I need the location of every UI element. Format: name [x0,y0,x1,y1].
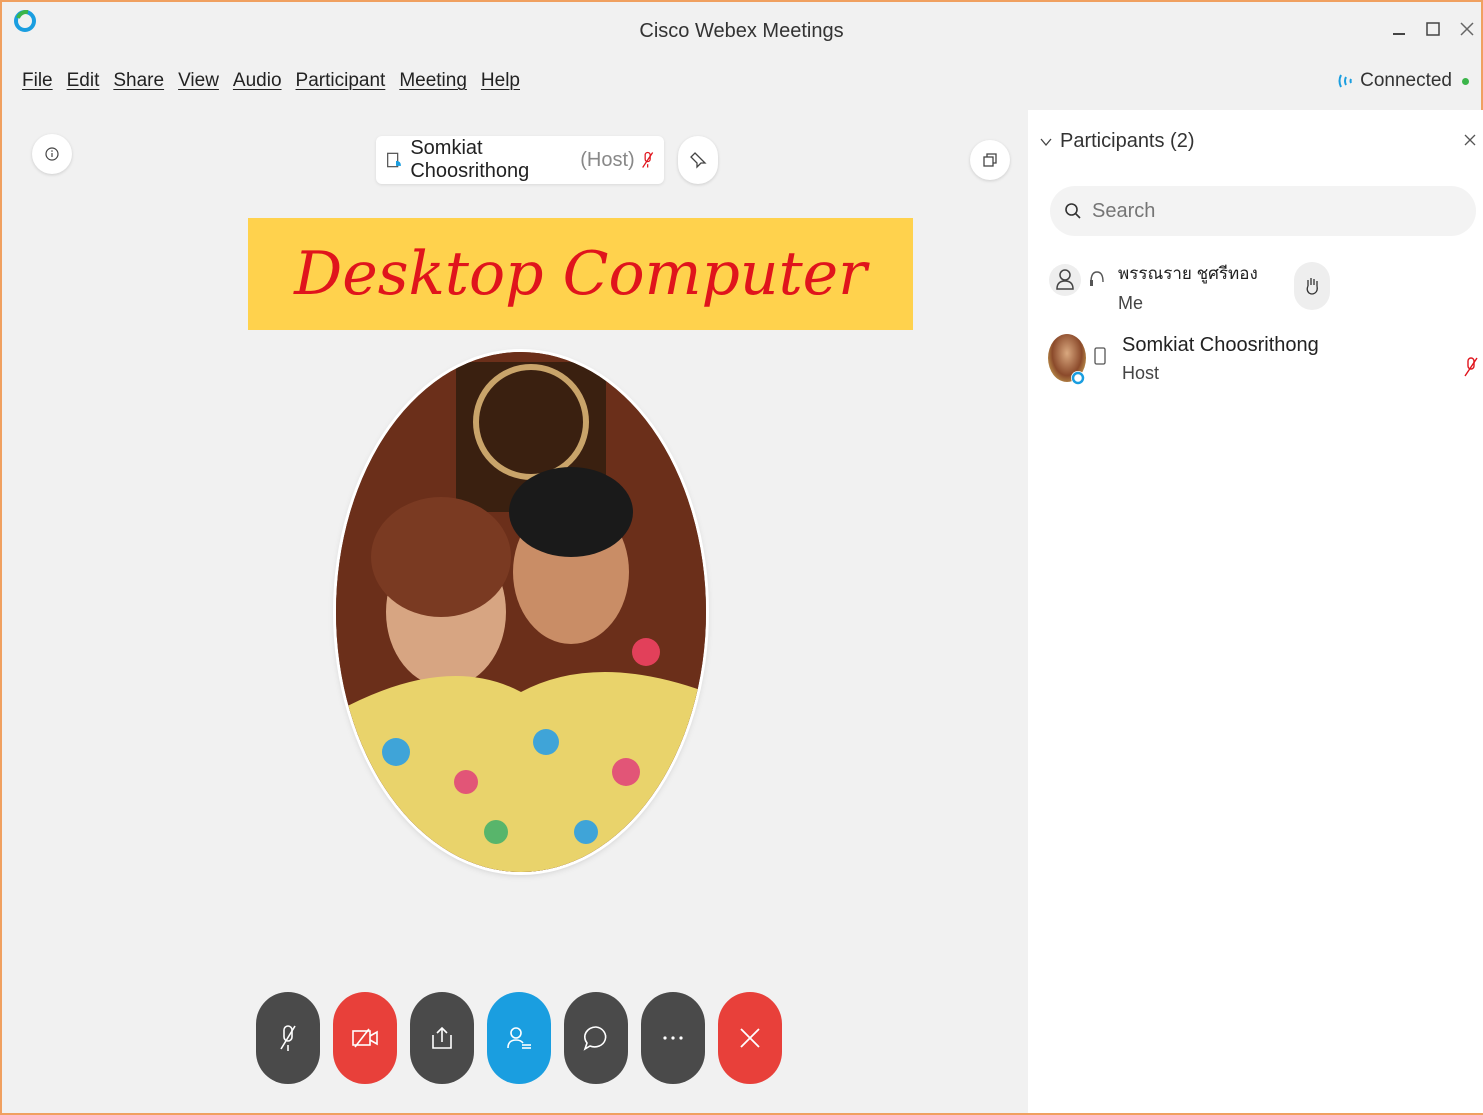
close-icon [1460,22,1474,36]
menu-participant[interactable]: Participant [296,70,386,102]
raise-hand-icon [1306,278,1318,295]
meeting-info-button[interactable] [32,134,72,174]
leave-meeting-button[interactable] [718,992,782,1084]
video-stage: Somkiat Choosrithong (Host) Desktop Comp… [14,110,1026,1113]
participant-subtitle: Host [1122,363,1160,383]
active-speaker-avatar [336,352,706,872]
microphone-muted-icon [641,151,653,168]
maximize-button[interactable] [1419,16,1447,44]
device-icon [387,152,401,168]
app-window: Cisco Webex Meetings File Edit Share Vie… [0,0,1483,1115]
meeting-controls [256,992,782,1084]
user-avatar-icon [1049,264,1081,296]
participant-row[interactable]: พรรณราย ชูศรีทอง Me [1048,260,1258,314]
chat-button[interactable] [564,992,628,1084]
connection-dot-icon [1462,77,1469,85]
share-icon [432,1026,452,1049]
pin-icon [690,152,707,169]
participant-avatar [1048,334,1088,386]
popout-icon [983,153,997,167]
participants-panel: Participants (2) พรรณราย ชูศร [1028,110,1483,1113]
overlay-banner: Desktop Computer [248,218,913,330]
participants-button[interactable] [487,992,551,1084]
more-icon [663,1036,683,1040]
active-speaker-name: Somkiat Choosrithong [410,137,530,182]
connection-status-label: Connected [1360,70,1452,91]
participant-name: พรรณราย ชูศรีทอง [1118,264,1258,283]
participant-row[interactable]: Somkiat Choosrithong Host [1048,334,1319,386]
participant-name: Somkiat Choosrithong [1122,334,1319,356]
menu-meeting[interactable]: Meeting [399,70,467,102]
stop-video-button[interactable] [333,992,397,1084]
connection-status[interactable]: Connected [1338,70,1469,92]
raise-hand-button[interactable] [1294,262,1330,310]
more-options-button[interactable] [641,992,705,1084]
participant-info: พรรณราย ชูศรีทอง Me [1118,260,1258,314]
menu-help[interactable]: Help [481,70,520,102]
menu-file[interactable]: File [22,70,53,102]
close-window-button[interactable] [1453,16,1481,44]
video-off-icon [352,1028,378,1048]
chevron-down-icon [1040,138,1052,146]
minimize-icon [1393,33,1405,35]
maximize-icon [1426,22,1440,36]
mobile-device-icon [1094,347,1106,365]
microphone-muted-icon [1464,357,1478,377]
participant-subtitle: Me [1118,293,1144,313]
search-icon [1065,203,1081,219]
microphone-muted-icon [280,1025,296,1051]
active-speaker-label: Somkiat Choosrithong (Host) [376,136,664,184]
close-panel-button[interactable] [1463,130,1477,153]
title-bar: Cisco Webex Meetings [2,2,1481,60]
menu-share[interactable]: Share [113,70,164,102]
menu-edit[interactable]: Edit [67,70,100,102]
participants-panel-header[interactable]: Participants (2) [1040,130,1195,153]
connection-signal-icon [1338,74,1353,88]
menu-audio[interactable]: Audio [233,70,282,102]
webex-badge-icon [1071,371,1085,385]
participant-photo [336,352,706,872]
headset-icon [1090,271,1104,286]
mute-button[interactable] [256,992,320,1084]
participant-search[interactable] [1050,186,1476,236]
search-input[interactable] [1092,199,1432,223]
chat-icon [583,1026,607,1051]
popout-button[interactable] [970,140,1010,180]
close-icon [1464,134,1476,146]
info-icon [45,147,59,161]
participants-icon [507,1027,531,1049]
close-icon [740,1028,760,1048]
minimize-button[interactable] [1385,16,1413,44]
participants-panel-title: Participants (2) [1060,130,1195,152]
active-speaker-role: (Host) [580,148,635,171]
pin-button[interactable] [678,136,718,184]
menu-bar: File Edit Share View Audio Participant M… [22,70,520,102]
window-title: Cisco Webex Meetings [639,20,844,42]
participant-info: Somkiat Choosrithong Host [1122,334,1319,384]
menu-view[interactable]: View [178,70,219,102]
share-button[interactable] [410,992,474,1084]
